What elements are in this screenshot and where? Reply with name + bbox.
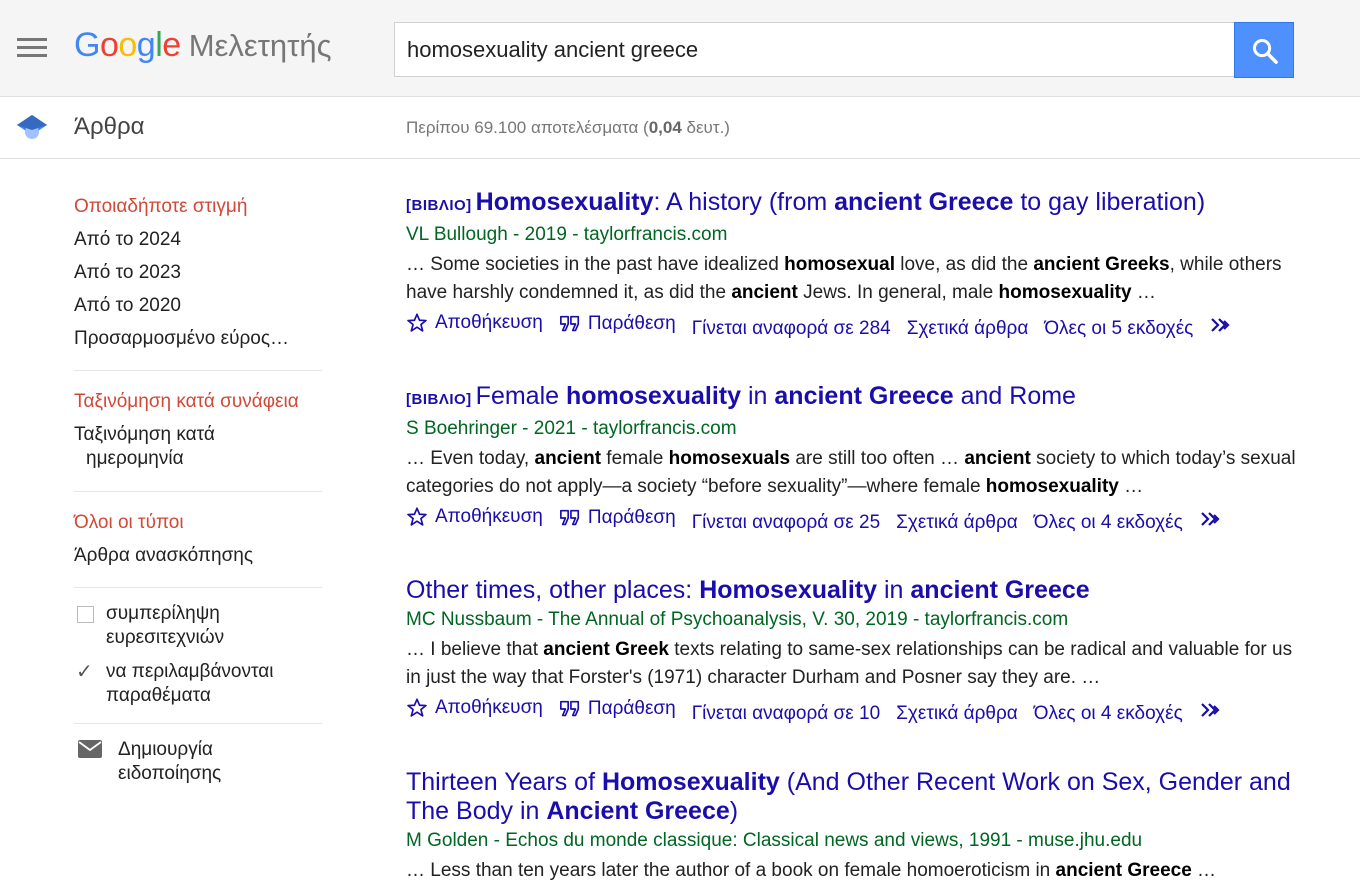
google-scholar-logo[interactable]: Google Μελετητής: [74, 26, 332, 65]
result-authors-source: VL Bullough - 2019 - taylorfrancis.com: [406, 224, 728, 245]
filter-sidebar: Οποιαδήποτε στιγμή Από το 2024 Από το 20…: [74, 190, 324, 786]
more-chevrons-icon: [1211, 318, 1230, 332]
include-patents-label: συμπερίληψη: [106, 603, 220, 624]
filter-since-2024[interactable]: Από το 2024: [74, 223, 324, 256]
result-authors-source: MC Nussbaum - The Annual of Psychoanalys…: [406, 609, 1069, 630]
hamburger-menu-icon[interactable]: [17, 38, 47, 60]
graduation-cap-icon: [17, 115, 47, 139]
result-actions: Αποθήκευση Παράθεση Γίνεται αναφορά σε 25 Σ…: [406, 505, 1326, 535]
include-citations-label-cont: παραθέματα: [106, 685, 211, 706]
more-chevrons-icon: [1200, 703, 1220, 717]
result-snippet: … Some societies in the past have ideali…: [406, 254, 1282, 303]
section-title: Άρθρα: [74, 113, 145, 140]
filter-custom-range[interactable]: Προσαρμοσμένο εύρος…: [74, 322, 324, 355]
save-button[interactable]: Αποθήκευση: [406, 696, 543, 720]
divider: [74, 723, 322, 724]
result-count-time: 0,04: [648, 118, 682, 137]
include-patents-label-cont: ευρεσιτεχνιών: [106, 627, 225, 648]
cite-button[interactable]: Παράθεση: [559, 506, 676, 530]
results-bar: Άρθρα Περίπου 69.100 αποτελέσματα (0,04 …: [0, 97, 1360, 159]
create-alert-label-cont: ειδοποίησης: [118, 763, 222, 784]
result-title-link[interactable]: [ΒΙΒΛΙΟ] Homosexuality: A history (from a…: [406, 188, 1326, 220]
more-actions-button[interactable]: [1199, 510, 1230, 528]
envelope-icon: [78, 740, 102, 758]
logo-product: Μελετητής: [188, 28, 332, 63]
quote-icon: [559, 700, 579, 717]
search-icon: [1252, 38, 1278, 64]
checkmark-icon[interactable]: ✓: [76, 660, 93, 684]
more-chevrons-icon: [1200, 512, 1220, 526]
all-versions-link[interactable]: Όλες οι 4 εκδοχές: [1034, 702, 1183, 726]
result-title-link[interactable]: [ΒΙΒΛΙΟ] Female homosexuality in ancient …: [406, 382, 1326, 414]
cite-button[interactable]: Παράθεση: [559, 312, 676, 336]
divider: [74, 587, 322, 588]
cited-by-link[interactable]: Γίνεται αναφορά σε 284: [692, 317, 891, 341]
all-versions-link[interactable]: Όλες οι 5 εκδοχές: [1044, 317, 1193, 341]
book-tag: [ΒΙΒΛΙΟ]: [406, 197, 472, 214]
sort-by-date-label: Ταξινόμηση κατά: [74, 424, 215, 445]
result-snippet: … Even today, ancient female homosexuals…: [406, 448, 1296, 497]
all-versions-link[interactable]: Όλες οι 4 εκδοχές: [1034, 511, 1183, 535]
result-snippet: … I believe that ancient Greek texts rel…: [406, 639, 1293, 688]
result-count: Περίπου 69.100 αποτελέσματα (0,04 δευτ.): [406, 118, 730, 138]
more-actions-button[interactable]: [1199, 701, 1230, 719]
star-icon: [407, 698, 427, 717]
filter-anytime[interactable]: Οποιαδήποτε στιγμή: [74, 190, 324, 223]
more-actions-button[interactable]: [1209, 316, 1240, 334]
result-title-link[interactable]: Other times, other places: Homosexuality…: [406, 576, 1326, 605]
related-articles-link[interactable]: Σχετικά άρθρα: [896, 511, 1018, 535]
include-patents-checkbox[interactable]: συμπερίληψη ευρεσιτεχνιών: [74, 602, 324, 650]
search-input[interactable]: homosexuality ancient greece: [394, 22, 1234, 77]
search-button[interactable]: [1234, 22, 1294, 78]
result-authors-source: M Golden - Echos du monde classique: Cla…: [406, 830, 1143, 851]
cite-button[interactable]: Παράθεση: [559, 697, 676, 721]
include-citations-checkbox[interactable]: ✓ να περιλαμβάνονται παραθέματα: [74, 660, 324, 708]
related-articles-link[interactable]: Σχετικά άρθρα: [896, 702, 1018, 726]
include-citations-label: να περιλαμβάνονται: [106, 661, 274, 682]
book-tag: [ΒΙΒΛΙΟ]: [406, 391, 472, 408]
divider: [74, 491, 322, 492]
header: Google Μελετητής homosexuality ancient gr…: [0, 0, 1360, 97]
cited-by-link[interactable]: Γίνεται αναφορά σε 25: [692, 511, 880, 535]
sort-by-relevance[interactable]: Ταξινόμηση κατά συνάφεια: [74, 385, 324, 418]
logo-brand: Google: [74, 26, 181, 64]
sort-by-date[interactable]: Ταξινόμηση κατά ημερομηνία: [74, 418, 324, 476]
result-authors-source: S Boehringer - 2021 - taylorfrancis.com: [406, 418, 737, 439]
type-all[interactable]: Όλοι οι τύποι: [74, 506, 324, 539]
filter-since-2020[interactable]: Από το 2020: [74, 289, 324, 322]
cited-by-link[interactable]: Γίνεται αναφορά σε 10: [692, 702, 880, 726]
create-alert-button[interactable]: Δημιουργία ειδοποίησης: [74, 738, 324, 786]
result-actions: Αποθήκευση Παράθεση Γίνεται αναφορά σε 284…: [406, 311, 1326, 341]
result-item: Thirteen Years of Homosexuality (And Oth…: [406, 768, 1326, 885]
divider: [74, 370, 322, 371]
result-snippet: … Less than ten years later the author o…: [406, 860, 1217, 881]
related-articles-link[interactable]: Σχετικά άρθρα: [907, 317, 1029, 341]
star-icon: [407, 313, 427, 332]
result-title-link[interactable]: Thirteen Years of Homosexuality (And Oth…: [406, 768, 1326, 826]
save-button[interactable]: Αποθήκευση: [406, 311, 543, 335]
result-actions: Αποθήκευση Παράθεση Γίνεται αναφορά σε 10 Σ…: [406, 696, 1326, 726]
sort-by-date-label-cont: ημερομηνία: [86, 448, 184, 469]
quote-icon: [559, 315, 579, 332]
result-count-suffix: δευτ.): [681, 118, 730, 137]
type-review-articles[interactable]: Άρθρα ανασκόπησης: [74, 539, 324, 572]
filter-since-2023[interactable]: Από το 2023: [74, 256, 324, 289]
create-alert-label: Δημιουργία: [118, 739, 213, 760]
result-item: [ΒΙΒΛΙΟ] Female homosexuality in ancient …: [406, 382, 1326, 535]
star-icon: [407, 507, 427, 526]
result-item: Other times, other places: Homosexuality…: [406, 576, 1326, 726]
save-button[interactable]: Αποθήκευση: [406, 505, 543, 529]
result-item: [ΒΙΒΛΙΟ] Homosexuality: A history (from a…: [406, 188, 1326, 341]
result-count-text: Περίπου 69.100 αποτελέσματα (: [406, 118, 649, 137]
quote-icon: [559, 509, 579, 526]
checkbox-box[interactable]: [77, 606, 94, 623]
